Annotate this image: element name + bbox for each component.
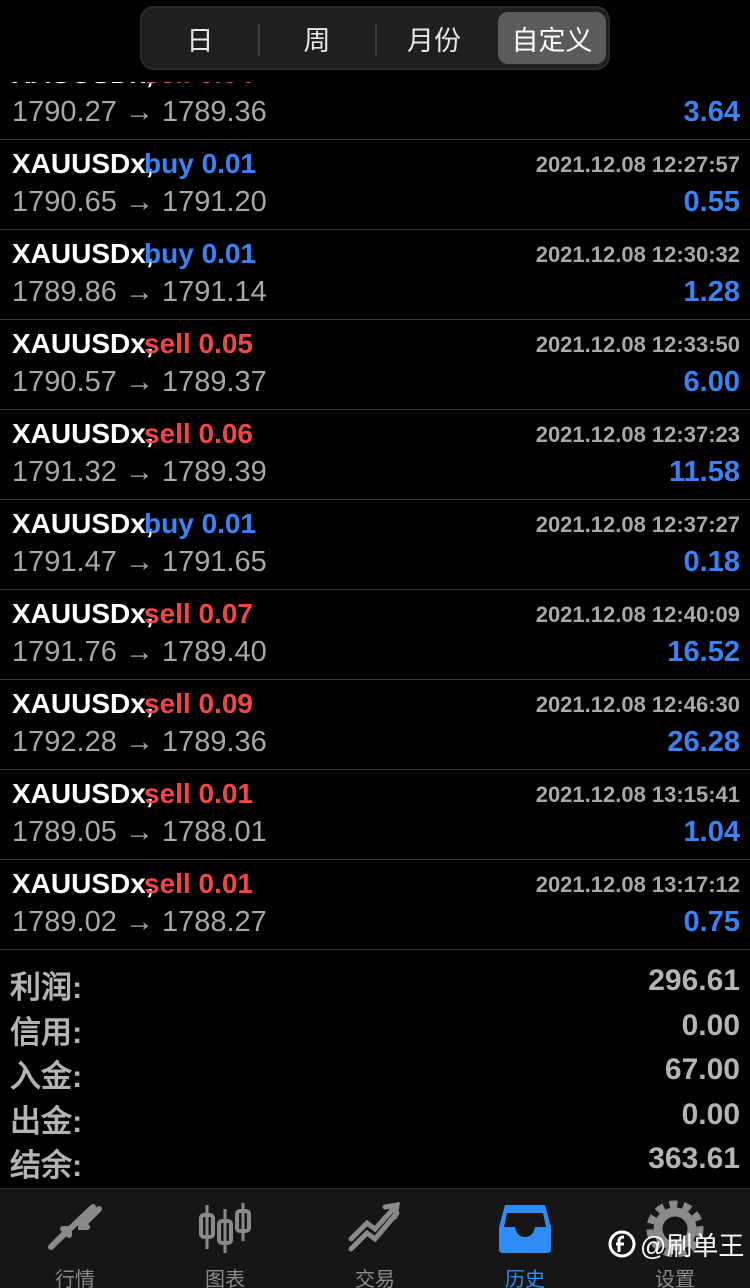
period-tab-custom[interactable]: 自定义 [498,12,606,64]
tab-history[interactable]: 历史 [450,1189,600,1288]
history-icon [499,1205,551,1253]
trade-time: 2021.12.08 13:17:12 [535,872,740,897]
trade-history-list[interactable]: XAUUSDx, sell 0.04 1790.27 → 1789.36 3.6… [0,50,750,950]
account-summary: 利润: 296.61 信用: 0.00 入金: 67.00 出金: 0.00 结… [0,960,750,1183]
trade-prices: 1792.28 → 1789.36 [12,726,267,758]
trade-side: buy 0.01 [144,148,257,179]
trade-symbol: XAUUSDx, [12,418,154,449]
summary-value: 363.61 [648,1142,740,1175]
trade-row[interactable]: XAUUSDx, buy 0.01 2021.12.08 12:27:57 17… [0,140,750,230]
trade-row[interactable]: XAUUSDx, buy 0.01 2021.12.08 12:37:27 17… [0,500,750,590]
tab-chart[interactable]: 图表 [150,1189,300,1288]
trade-row[interactable]: XAUUSDx, buy 0.01 2021.12.08 12:30:32 17… [0,230,750,320]
summary-value: 67.00 [664,1053,740,1086]
trade-time: 2021.12.08 12:40:09 [535,602,740,627]
segment-divider [375,24,377,56]
trade-row[interactable]: XAUUSDx, sell 0.01 2021.12.08 13:15:41 1… [0,770,750,860]
summary-row-withdrawal: 出金: 0.00 [0,1094,750,1139]
summary-label: 入金: [10,1059,83,1094]
trade-prices: 1790.65 → 1791.20 [12,186,267,218]
trade-symbol: XAUUSDx, [12,508,154,539]
trade-prices: 1791.76 → 1789.40 [12,636,267,668]
trade-icon [348,1201,401,1252]
trade-side: sell 0.07 [144,598,253,629]
trade-profit: 26.28 [667,726,740,758]
trade-side: sell 0.01 [144,868,253,899]
summary-label: 信用: [10,1014,83,1050]
watermark-text: @刷单王 [640,1230,745,1261]
tab-label: 行情 [55,1269,95,1288]
trade-row[interactable]: XAUUSDx, sell 0.01 2021.12.08 13:17:12 1… [0,860,750,950]
summary-label: 结余: [10,1148,83,1183]
trade-symbol: XAUUSDx, [12,868,154,899]
tab-trade[interactable]: 交易 [300,1189,450,1288]
summary-value: 0.00 [681,1097,740,1131]
trade-profit: 0.18 [683,546,740,578]
trade-profit: 11.58 [669,456,740,488]
trade-profit: 1.28 [683,276,740,308]
tab-label: 历史 [505,1269,545,1288]
tab-label: 图表 [205,1269,245,1288]
trade-time: 2021.12.08 13:15:41 [535,782,740,807]
trade-symbol: XAUUSDx, [12,778,154,809]
summary-label: 出金: [10,1103,83,1139]
trade-profit: 6.00 [683,366,740,398]
summary-label: 利润: [10,970,83,1005]
trade-row[interactable]: XAUUSDx, sell 0.09 2021.12.08 12:46:30 1… [0,680,750,770]
trade-prices: 1791.47 → 1791.65 [12,546,267,578]
quotes-icon [48,1204,102,1250]
trade-time: 2021.12.08 12:37:27 [535,512,740,537]
trade-time: 2021.12.08 12:33:50 [535,332,740,357]
trade-time: 2021.12.08 12:27:57 [535,152,740,177]
trade-time: 2021.12.08 12:46:30 [535,692,740,717]
trade-prices: 1789.02 → 1788.27 [12,906,267,938]
tab-label: 设置 [655,1269,695,1288]
summary-row-profit: 利润: 296.61 [0,960,750,1005]
trade-side: sell 0.06 [144,418,253,449]
trade-prices: 1790.27 → 1789.36 [12,96,267,128]
segment-divider [258,24,260,56]
trade-symbol: XAUUSDx, [12,688,154,719]
period-tab-month[interactable]: 月份 [380,12,488,64]
trade-side: sell 0.05 [144,328,253,359]
trade-symbol: XAUUSDx, [12,238,154,269]
chart-icon [199,1203,251,1253]
tab-label: 交易 [355,1269,395,1288]
trade-row[interactable]: XAUUSDx, sell 0.07 2021.12.08 12:40:09 1… [0,590,750,680]
summary-value: 0.00 [681,1008,740,1042]
trade-prices: 1789.05 → 1788.01 [12,816,267,848]
trade-row[interactable]: XAUUSDx, sell 0.05 2021.12.08 12:33:50 1… [0,320,750,410]
trade-symbol: XAUUSDx, [12,148,154,179]
trade-side: sell 0.09 [144,688,253,719]
period-selector-bar: 日 周 月份 自定义 [0,0,750,82]
summary-row-deposit: 入金: 67.00 [0,1049,750,1094]
trade-profit: 0.55 [683,186,740,218]
trade-side: sell 0.01 [144,778,253,809]
trade-profit: 3.64 [683,96,740,128]
tab-quotes[interactable]: 行情 [0,1189,150,1288]
trade-profit: 16.52 [667,636,740,668]
trade-prices: 1789.86 → 1791.14 [12,276,267,308]
watermark: @刷单王 [608,1226,744,1262]
trade-symbol: XAUUSDx, [12,598,154,629]
period-tab-week[interactable]: 周 [263,12,371,64]
trade-side: buy 0.01 [144,238,257,269]
period-tab-day[interactable]: 日 [146,12,254,64]
trade-side: buy 0.01 [144,508,257,539]
trade-prices: 1790.57 → 1789.37 [12,366,267,398]
trade-profit: 1.04 [683,816,740,848]
summary-value: 296.61 [648,964,740,997]
period-segmented-control: 日 周 月份 自定义 [140,6,610,70]
trade-symbol: XAUUSDx, [12,328,154,359]
trade-time: 2021.12.08 12:37:23 [535,422,740,447]
trade-profit: 0.75 [683,906,740,938]
trade-prices: 1791.32 → 1789.39 [12,456,267,488]
trade-time: 2021.12.08 12:30:32 [535,242,740,267]
summary-row-balance: 结余: 363.61 [0,1138,750,1183]
trade-row[interactable]: XAUUSDx, sell 0.06 2021.12.08 12:37:23 1… [0,410,750,500]
summary-row-credit: 信用: 0.00 [0,1005,750,1050]
watermark-logo-icon [608,1230,636,1258]
